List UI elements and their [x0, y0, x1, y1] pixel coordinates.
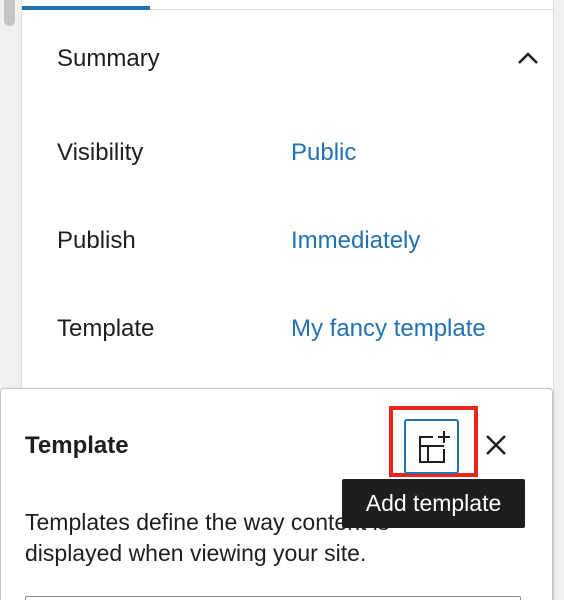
summary-panel-title[interactable]: Summary: [57, 45, 160, 73]
template-label: Template: [57, 315, 155, 342]
template-toggle[interactable]: My fancy template: [291, 315, 486, 343]
publish-label: Publish: [57, 227, 136, 254]
close-icon[interactable]: [482, 430, 510, 460]
popover-title: Template: [25, 432, 129, 459]
chevron-up-icon[interactable]: [516, 48, 540, 68]
active-tab-indicator[interactable]: [22, 6, 150, 10]
add-template-button[interactable]: [404, 419, 459, 474]
sidebar-tabs: [22, 0, 554, 10]
publish-date-toggle[interactable]: Immediately: [291, 227, 420, 255]
template-select[interactable]: [25, 596, 521, 600]
add-template-icon: [419, 431, 450, 463]
visibility-label: Visibility: [57, 139, 144, 166]
scrollbar-thumb[interactable]: [4, 0, 15, 26]
add-template-tooltip: Add template: [342, 479, 525, 528]
visibility-toggle[interactable]: Public: [291, 139, 356, 167]
